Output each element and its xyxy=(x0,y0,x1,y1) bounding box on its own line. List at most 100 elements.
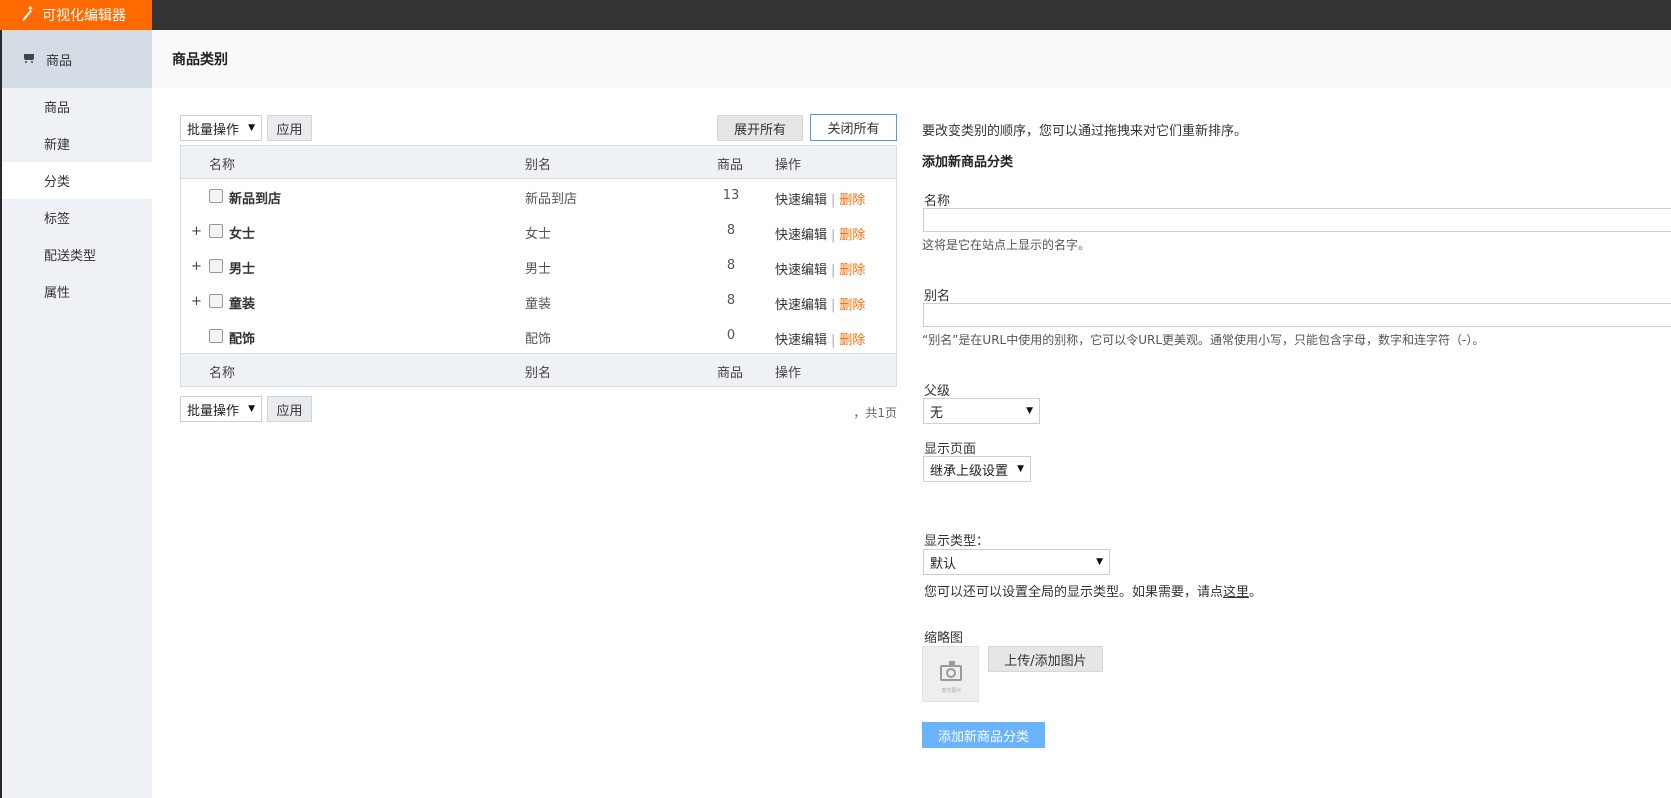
sidebar-item-attributes[interactable]: 属性 xyxy=(2,273,152,310)
column-header-ops: 操作 xyxy=(775,158,802,173)
upload-image-button[interactable]: 上传/添加图片 xyxy=(988,646,1103,672)
sidebar-item-categories[interactable]: 分类 xyxy=(2,162,152,199)
table-row: 新品到店 新品到店 13 快速编辑 | 删除 xyxy=(181,180,896,215)
chevron-down-icon: ▼ xyxy=(248,404,255,414)
camera-icon xyxy=(940,661,962,681)
delete-link[interactable]: 删除 xyxy=(839,263,865,278)
row-checkbox[interactable] xyxy=(209,294,223,308)
sidebar-header-label: 商品 xyxy=(46,53,73,69)
quick-edit-link[interactable]: 快速编辑 xyxy=(775,298,827,313)
parent-label: 父级 xyxy=(924,384,951,399)
name-input[interactable] xyxy=(923,208,1671,232)
row-actions: 快速编辑 | 删除 xyxy=(775,228,866,243)
row-actions: 快速编辑 | 删除 xyxy=(775,263,866,278)
display-type-select[interactable]: 默认 ▼ xyxy=(923,549,1110,575)
delete-link[interactable]: 删除 xyxy=(839,193,865,208)
collapse-all-button[interactable]: 关闭所有 xyxy=(810,114,897,141)
table-row: + 童装 童装 8 快速编辑 | 删除 xyxy=(181,285,896,320)
sidebar-item-products[interactable]: 商品 xyxy=(2,88,152,125)
quick-edit-link[interactable]: 快速编辑 xyxy=(775,263,827,278)
category-name[interactable]: 女士 xyxy=(229,223,255,242)
category-count: 0 xyxy=(726,328,736,343)
chevron-down-icon: ▼ xyxy=(1026,406,1033,416)
column-footer-count[interactable]: 商品 xyxy=(717,362,743,381)
category-count: 13 xyxy=(722,188,740,203)
display-page-select[interactable]: 继承上级设置 ▼ xyxy=(923,456,1031,482)
row-checkbox[interactable] xyxy=(209,259,223,273)
category-slug: 童装 xyxy=(525,297,552,312)
category-slug: 配饰 xyxy=(525,332,552,347)
category-name[interactable]: 童装 xyxy=(229,293,255,312)
row-checkbox[interactable] xyxy=(209,224,223,238)
chevron-down-icon: ▼ xyxy=(1096,557,1103,567)
category-slug: 女士 xyxy=(525,227,552,242)
sidebar-header-products[interactable]: 商品 xyxy=(2,30,152,88)
thumbnail-label: 缩略图 xyxy=(924,631,964,646)
slug-input[interactable] xyxy=(923,303,1671,327)
display-page-label: 显示页面 xyxy=(924,442,977,457)
sidebar-item-new[interactable]: 新建 xyxy=(2,125,152,162)
chevron-down-icon: ▼ xyxy=(248,123,255,133)
sidebar: 商品 商品 新建 分类 标签 配送类型 属性 xyxy=(0,30,152,798)
category-count: 8 xyxy=(726,293,736,308)
table-header: 名称 别名 商品 操作 xyxy=(181,146,896,179)
category-name[interactable]: 男士 xyxy=(229,258,255,277)
name-hint: 这将是它在站点上显示的名字。 xyxy=(922,238,1091,252)
expand-icon[interactable]: + xyxy=(191,224,202,239)
pagination-info: ，共1页 xyxy=(853,406,897,420)
category-slug: 男士 xyxy=(525,262,552,277)
sort-hint: 要改变类别的顺序，您可以通过拖拽来对它们重新排序。 xyxy=(922,124,1248,139)
table-row: 配饰 配饰 0 快速编辑 | 删除 xyxy=(181,320,896,355)
slug-label: 别名 xyxy=(924,289,951,304)
category-name[interactable]: 配饰 xyxy=(229,328,255,347)
delete-link[interactable]: 删除 xyxy=(839,228,865,243)
brand-logo[interactable]: 可视化编辑器 xyxy=(0,0,152,30)
bulk-action-select-bottom[interactable]: 批量操作 ▼ xyxy=(180,396,262,422)
expand-all-button[interactable]: 展开所有 xyxy=(717,115,803,141)
column-footer-slug[interactable]: 别名 xyxy=(525,362,551,381)
apply-button-top[interactable]: 应用 xyxy=(267,115,312,141)
quick-edit-link[interactable]: 快速编辑 xyxy=(775,228,827,243)
row-actions: 快速编辑 | 删除 xyxy=(775,333,866,348)
slug-hint: “别名”是在URL中使用的别称，它可以令URL更美观。通常使用小写，只能包含字母… xyxy=(922,333,1485,347)
row-actions: 快速编辑 | 删除 xyxy=(775,193,866,208)
thumbnail-placeholder-text: 暂无图片 xyxy=(941,688,962,694)
add-category-button[interactable]: 添加新商品分类 xyxy=(922,722,1045,748)
expand-icon[interactable]: + xyxy=(191,259,202,274)
brand-title: 可视化编辑器 xyxy=(42,8,126,24)
magic-wand-icon xyxy=(20,4,34,22)
global-settings-link[interactable]: 这里 xyxy=(1223,585,1249,600)
page-title: 商品类别 xyxy=(172,52,228,68)
column-header-count[interactable]: 商品 xyxy=(717,154,743,173)
chevron-down-icon: ▼ xyxy=(1017,464,1024,474)
column-header-name[interactable]: 名称 xyxy=(209,154,235,173)
display-type-hint: 您可以还可以设置全局的显示类型。如果需要，请点这里。 xyxy=(924,585,1263,600)
name-label: 名称 xyxy=(924,194,951,209)
row-actions: 快速编辑 | 删除 xyxy=(775,298,866,313)
delete-link[interactable]: 删除 xyxy=(839,333,865,348)
parent-select[interactable]: 无 ▼ xyxy=(923,398,1040,424)
row-checkbox[interactable] xyxy=(209,329,223,343)
expand-icon[interactable]: + xyxy=(191,294,202,309)
form-title: 添加新商品分类 xyxy=(922,155,1014,170)
column-footer-name[interactable]: 名称 xyxy=(209,362,235,381)
cart-icon xyxy=(22,53,36,65)
category-count: 8 xyxy=(726,258,736,273)
thumbnail-preview: 暂无图片 xyxy=(922,646,979,702)
table-row: + 女士 女士 8 快速编辑 | 删除 xyxy=(181,215,896,250)
sidebar-item-shipping-classes[interactable]: 配送类型 xyxy=(2,236,152,273)
column-header-slug[interactable]: 别名 xyxy=(525,154,551,173)
category-slug: 新品到店 xyxy=(525,192,578,207)
sidebar-item-tags[interactable]: 标签 xyxy=(2,199,152,236)
categories-table: 名称 别名 商品 操作 新品到店 新品到店 13 快速编辑 | 删除 + 女士 女士… xyxy=(180,145,897,387)
quick-edit-link[interactable]: 快速编辑 xyxy=(775,333,827,348)
column-footer-ops: 操作 xyxy=(775,366,802,381)
category-count: 8 xyxy=(726,223,736,238)
bulk-action-select-top[interactable]: 批量操作 ▼ xyxy=(180,115,262,141)
row-checkbox[interactable] xyxy=(209,189,223,203)
table-footer: 名称 别名 商品 操作 xyxy=(181,353,896,386)
quick-edit-link[interactable]: 快速编辑 xyxy=(775,193,827,208)
apply-button-bottom[interactable]: 应用 xyxy=(267,396,312,422)
category-name[interactable]: 新品到店 xyxy=(229,188,281,207)
delete-link[interactable]: 删除 xyxy=(839,298,865,313)
